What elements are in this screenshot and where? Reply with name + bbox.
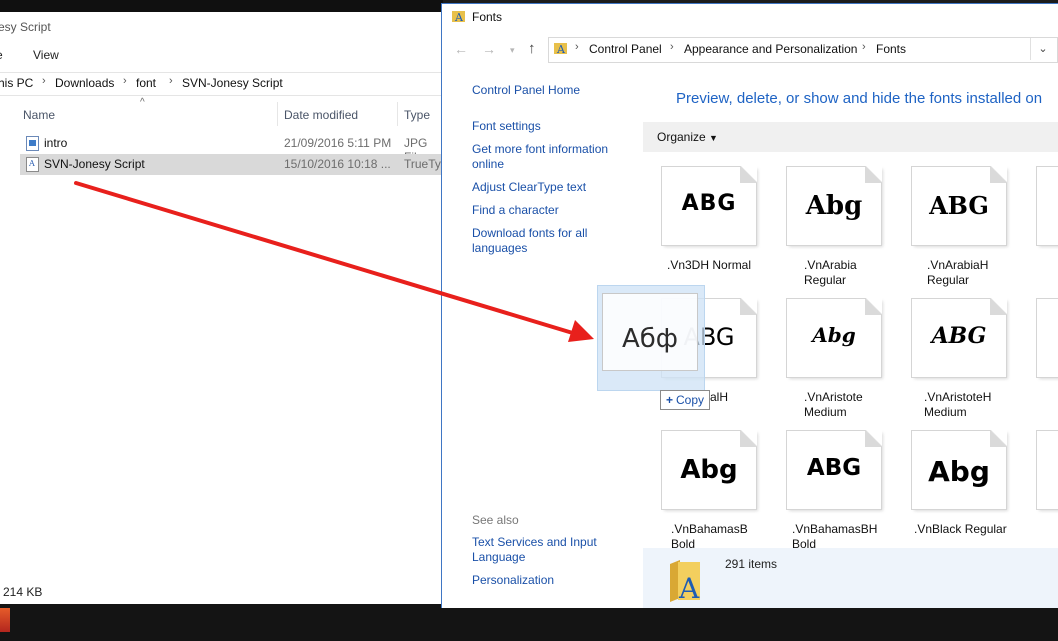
red-arrow-annotation: [74, 181, 594, 342]
